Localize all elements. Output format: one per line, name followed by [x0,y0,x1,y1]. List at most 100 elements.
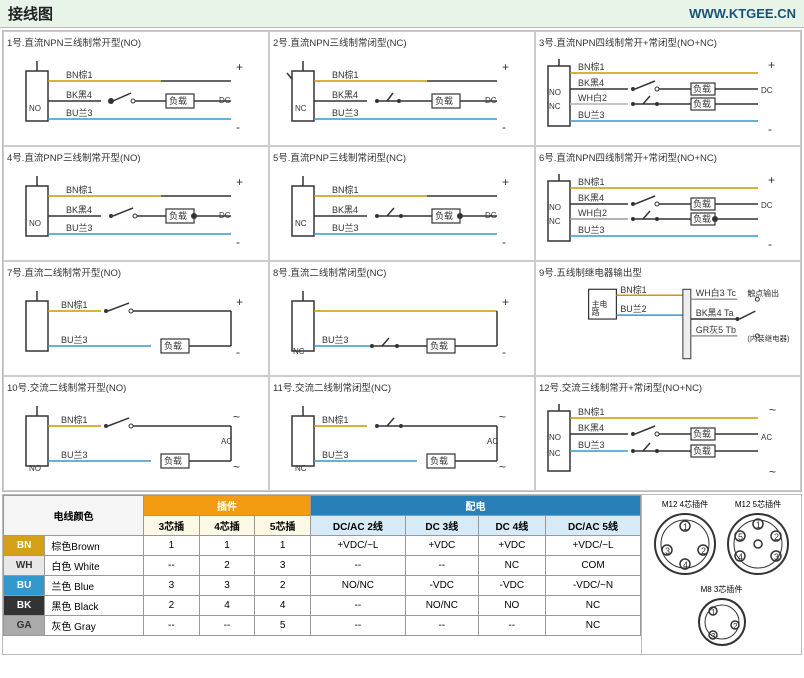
m8-3-svg: 1 2 3 [697,597,747,647]
connector-val: 2 [255,576,311,596]
svg-text:BN棕1: BN棕1 [61,414,88,425]
diagram-10: 10号.交流二线制常开型(NO) ~ ~ BN棕1 BU兰3 负载 [3,376,269,491]
wire-color-name: 兰色 Blue [45,576,144,596]
svg-text:BU兰3: BU兰3 [61,334,88,345]
wire-code: GA [4,616,45,636]
diagram-3-title: 3号.直流NPN四线制常开+常闭型(NO+NC) [539,35,797,49]
svg-text:BN棕1: BN棕1 [332,69,359,80]
table-row: BU兰色 Blue332NO/NC-VDC-VDC-VDC/~N [4,576,641,596]
svg-text:DC: DC [219,211,231,220]
m8-3-connector: M8 3芯插件 1 2 3 [697,584,747,650]
wire-color-name: 棕色Brown [45,536,144,556]
svg-text:+: + [236,175,243,189]
svg-text:3: 3 [665,546,670,556]
svg-text:WH白2: WH白2 [578,92,607,103]
svg-text:4: 4 [738,552,743,562]
svg-text:BU兰3: BU兰3 [578,439,605,450]
main-table-wrapper: 电线颜色 插件 配电 3芯插 4芯插 5芯插 DC/AC 2线 DC 3线 DC… [3,495,641,654]
diagram-5-title: 5号.直流PNP三线制常闭型(NC) [273,150,531,164]
connector-val: 4 [255,596,311,616]
diagram-1: 1号.直流NPN三线制常开型(NO) + - BN棕1 BK黑4 [3,31,269,146]
diagram-5: 5号.直流PNP三线制常闭型(NC) + - BN棕1 BK黑4 负载 [269,146,535,261]
diagram-7-title: 7号.直流二线制常开型(NO) [7,265,265,279]
power-val: NC [478,556,545,576]
wire-code: BN [4,536,45,556]
svg-text:负载: 负载 [693,445,711,456]
svg-text:1: 1 [756,520,761,530]
diagram-4-title: 4号.直流PNP三线制常开型(NO) [7,150,265,164]
svg-text:负载: 负载 [435,210,453,221]
svg-text:BN棕1: BN棕1 [332,184,359,195]
svg-text:AC: AC [487,437,498,446]
connector-val: 3 [255,556,311,576]
power-val: -- [478,616,545,636]
diagram-9: 9号.五线制继电器输出型 主电 路 BN棕1 BU兰2 WH白3 Tc [535,261,801,376]
power-val: -VDC/~N [545,576,640,596]
svg-text:NC: NC [549,449,561,458]
power-val: -VDC [478,576,545,596]
connector-val: 1 [255,536,311,556]
power-val: NC [545,596,640,616]
svg-text:NO: NO [29,104,41,113]
svg-text:~: ~ [769,403,776,417]
wire-code: BU [4,576,45,596]
table-section: 电线颜色 插件 配电 3芯插 4芯插 5芯插 DC/AC 2线 DC 3线 DC… [2,494,802,655]
svg-text:3: 3 [774,552,779,562]
svg-text:BU兰3: BU兰3 [61,449,88,460]
table-row: BK黑色 Black244--NO/NCNONC [4,596,641,616]
svg-text:~: ~ [769,465,776,479]
diagram-1-title: 1号.直流NPN三线制常开型(NO) [7,35,265,49]
th-p3: DC 3线 [405,516,478,536]
th-c4: 4芯插 [199,516,255,536]
svg-text:BN棕1: BN棕1 [66,184,93,195]
svg-text:NO: NO [549,88,561,97]
svg-text:NO: NO [549,433,561,442]
svg-text:BK黑4: BK黑4 [66,90,92,100]
svg-text:NO: NO [549,203,561,212]
svg-text:BK黑4: BK黑4 [66,205,92,215]
svg-text:BK黑4: BK黑4 [578,193,604,203]
connector-val: 5 [255,616,311,636]
power-val: +VDC [478,536,545,556]
wire-code: BK [4,596,45,616]
website-url: WWW.KTGEE.CN [689,6,796,21]
svg-text:+: + [768,58,775,72]
svg-text:DC: DC [485,96,497,105]
m12-5-svg: 1 2 3 4 5 [726,512,791,577]
svg-text:DC: DC [485,211,497,220]
svg-text:负载: 负载 [693,98,711,109]
svg-text:NC: NC [549,217,561,226]
svg-text:BN棕1: BN棕1 [578,406,605,417]
svg-text:负载: 负载 [693,83,711,94]
connector-val: 3 [144,576,200,596]
svg-text:NO: NO [29,219,41,228]
svg-text:WH白2: WH白2 [578,207,607,218]
th-wire-color: 电线颜色 [4,496,144,536]
diagram-1-svg: + - BN棕1 BK黑4 负载 BU兰3 [7,51,265,139]
svg-text:WH白3 Tc: WH白3 Tc [696,287,737,298]
svg-text:1: 1 [711,608,716,617]
svg-text:NO: NO [29,464,41,473]
svg-text:负载: 负载 [693,428,711,439]
svg-text:NC: NC [295,219,307,228]
svg-text:AC: AC [761,433,772,442]
svg-text:负载: 负载 [430,455,448,466]
diagram-11-svg: ~ ~ BN棕1 BU兰3 负载 NC AC [273,396,531,484]
diagram-10-svg: ~ ~ BN棕1 BU兰3 负载 NO AC [7,396,265,484]
svg-text:4: 4 [683,560,688,570]
connector-val: 1 [144,536,200,556]
page-title: 接线图 [8,3,53,24]
power-val: -- [310,556,405,576]
th-connector: 插件 [144,496,311,516]
svg-text:BK黑4 Ta: BK黑4 Ta [696,308,734,318]
th-c3: 3芯插 [144,516,200,536]
th-power: 配电 [310,496,640,516]
power-val: -- [310,596,405,616]
connector-val: 4 [199,596,255,616]
connector-val: 3 [199,576,255,596]
diagram-2-title: 2号.直流NPN三线制常闭型(NC) [273,35,531,49]
connector-val: -- [144,616,200,636]
svg-text:-: - [502,235,506,249]
m12-5-label: M12 5芯插件 [726,499,791,510]
diagram-10-title: 10号.交流二线制常开型(NO) [7,380,265,394]
